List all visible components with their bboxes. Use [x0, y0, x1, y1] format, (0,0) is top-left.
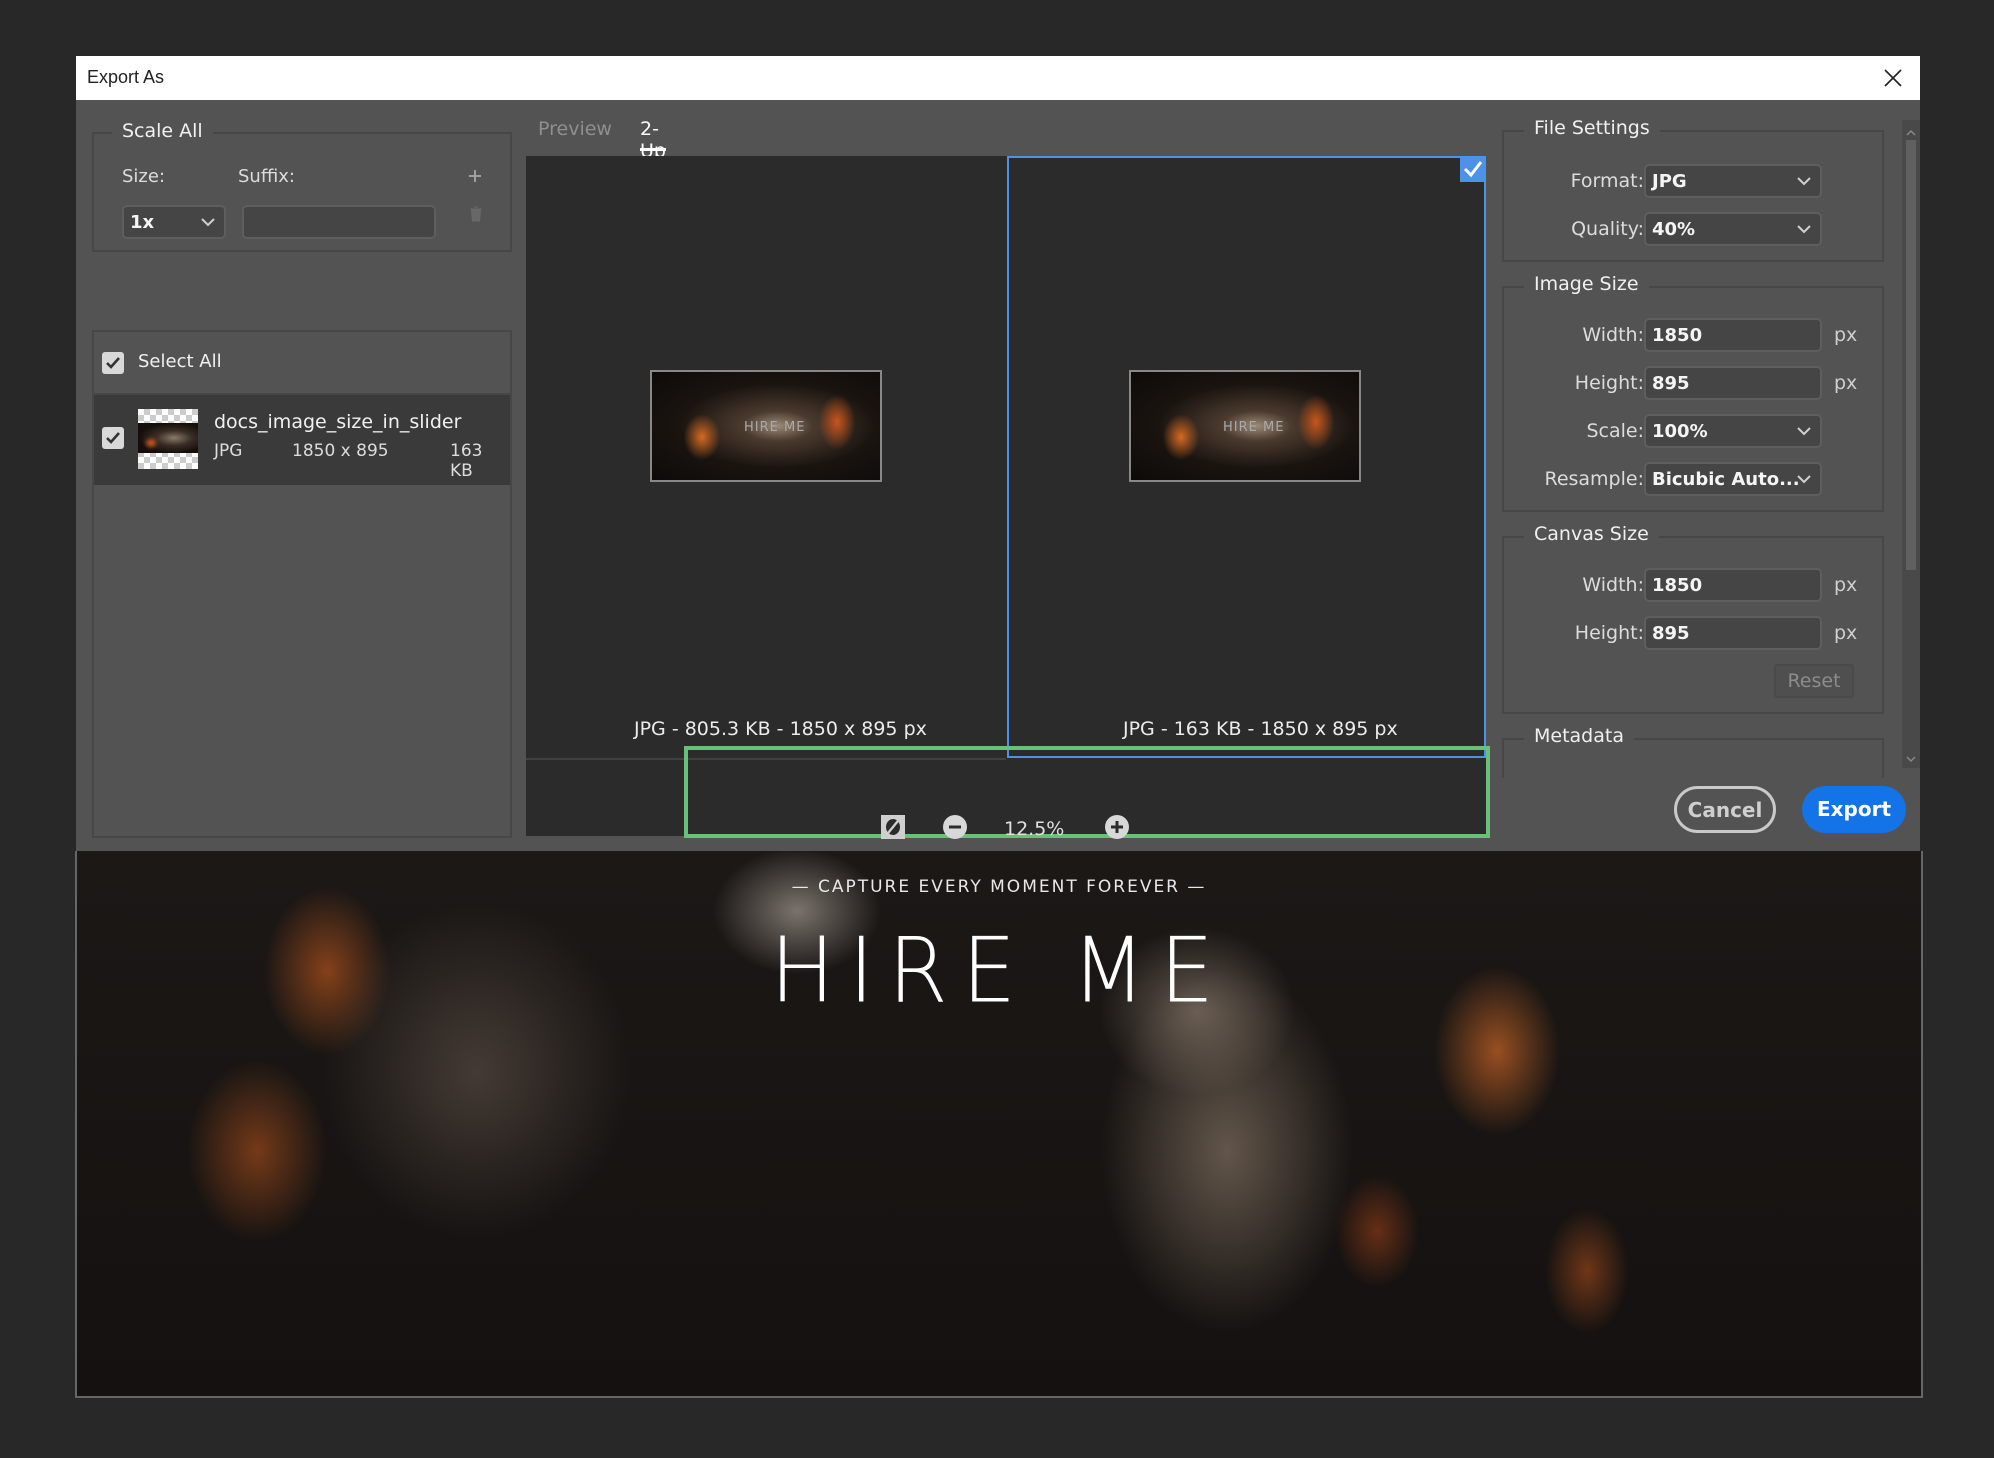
optimized-preview-pane[interactable]: HIRE ME JPG - 163 KB - 1850 x 895 px [1007, 156, 1486, 758]
canvas-size-legend: Canvas Size [1524, 523, 1659, 545]
export-button[interactable]: Export [1802, 786, 1906, 833]
optimized-thumbnail: HIRE ME [1129, 370, 1361, 482]
select-all-row: Select All [92, 330, 512, 393]
image-width-input[interactable]: 1850 [1644, 318, 1822, 352]
resample-select[interactable]: Bicubic Auto... [1644, 462, 1822, 496]
canvas-height-value: 895 [1652, 623, 1690, 644]
file-list-item[interactable]: docs_image_size_in_slider JPG 1850 x 895… [94, 395, 510, 485]
canvas-width-label: Width: [1582, 574, 1644, 596]
suffix-label: Suffix: [238, 166, 295, 187]
cancel-button[interactable]: Cancel [1674, 786, 1776, 833]
image-width-label: Width: [1582, 324, 1644, 346]
zoom-in-icon[interactable] [1104, 814, 1130, 840]
settings-scrollbar[interactable] [1902, 120, 1920, 768]
file-name: docs_image_size_in_slider [214, 411, 462, 433]
canvas-height-unit: px [1834, 622, 1858, 644]
file-thumbnail [138, 409, 198, 469]
metadata-legend: Metadata [1524, 725, 1634, 747]
plus-icon[interactable] [468, 168, 482, 187]
reset-button[interactable]: Reset [1774, 664, 1854, 698]
chevron-down-icon[interactable] [1905, 750, 1917, 762]
size-select-value: 1x [130, 212, 155, 233]
document-banner-image: — CAPTURE EVERY MOMENT FOREVER — HIRE ME [75, 851, 1923, 1398]
metadata-group: Metadata [1502, 725, 1884, 778]
title-bar: Export As [76, 56, 1920, 100]
image-height-label: Height: [1574, 372, 1644, 394]
format-select-value: JPG [1652, 171, 1687, 192]
image-height-unit: px [1834, 372, 1858, 394]
close-icon[interactable] [1880, 65, 1906, 91]
left-panel: Scale All Size: Suffix: 1x Select All do… [92, 112, 512, 838]
checkmark-icon [1460, 156, 1486, 182]
quality-label: Quality: [1571, 218, 1644, 240]
file-dimensions: 1850 x 895 [292, 441, 389, 461]
quality-select-value: 40% [1652, 219, 1696, 240]
quality-select[interactable]: 40% [1644, 212, 1822, 246]
image-size-group: Image Size Width: 1850 px Height: 895 px… [1502, 273, 1884, 512]
image-size-legend: Image Size [1524, 273, 1649, 295]
original-thumbnail: HIRE ME [650, 370, 882, 482]
scrollbar-thumb[interactable] [1906, 140, 1916, 570]
preview-area: HIRE ME JPG - 805.3 KB - 1850 x 895 px H… [526, 156, 1486, 836]
canvas-width-input[interactable]: 1850 [1644, 568, 1822, 602]
file-format: JPG [214, 441, 243, 461]
resample-label: Resample: [1544, 468, 1644, 490]
chevron-down-icon [200, 214, 216, 230]
scale-select-value: 100% [1652, 421, 1708, 442]
thumbnail-text: HIRE ME [744, 420, 806, 435]
image-height-value: 895 [1652, 373, 1690, 394]
canvas-width-value: 1850 [1652, 575, 1703, 596]
select-all-label: Select All [138, 351, 222, 372]
size-label: Size: [122, 166, 166, 187]
canvas-height-input[interactable]: 895 [1644, 616, 1822, 650]
scale-all-group: Scale All Size: Suffix: 1x [92, 120, 512, 252]
canvas-width-unit: px [1834, 574, 1858, 596]
transparency-toggle-icon[interactable] [880, 814, 906, 840]
thumbnail-text: HIRE ME [1223, 420, 1285, 435]
suffix-input[interactable] [242, 205, 436, 239]
file-list: docs_image_size_in_slider JPG 1850 x 895… [92, 393, 512, 838]
chevron-down-icon [1796, 471, 1812, 487]
export-as-dialog: Export As Scale All Size: Suffix: 1x Sel… [76, 56, 1920, 851]
canvas-size-group: Canvas Size Width: 1850 px Height: 895 p… [1502, 523, 1884, 714]
file-checkbox[interactable] [102, 427, 124, 449]
highlight-annotation-box [684, 746, 1490, 838]
file-size: 163 KB [450, 441, 483, 481]
zoom-out-icon[interactable] [942, 814, 968, 840]
select-all-checkbox[interactable] [102, 352, 124, 374]
size-select[interactable]: 1x [122, 205, 226, 239]
dialog-title: Export As [87, 67, 165, 87]
chevron-down-icon [1796, 221, 1812, 237]
image-height-input[interactable]: 895 [1644, 366, 1822, 400]
canvas-height-label: Height: [1574, 622, 1644, 644]
file-settings-group: File Settings Format: JPG Quality: 40% [1502, 117, 1884, 262]
scale-select[interactable]: 100% [1644, 414, 1822, 448]
trash-icon[interactable] [469, 206, 483, 226]
image-width-unit: px [1834, 324, 1858, 346]
chevron-down-icon [1796, 423, 1812, 439]
file-settings-legend: File Settings [1524, 117, 1660, 139]
banner-headline: HIRE ME [770, 918, 1228, 1024]
image-width-value: 1850 [1652, 325, 1703, 346]
tab-preview[interactable]: Preview [538, 118, 612, 140]
scale-all-legend: Scale All [112, 120, 213, 142]
resample-select-value: Bicubic Auto... [1652, 469, 1800, 490]
format-label: Format: [1570, 170, 1644, 192]
original-caption: JPG - 805.3 KB - 1850 x 895 px [634, 718, 927, 740]
chevron-up-icon[interactable] [1905, 124, 1917, 136]
banner-tagline: — CAPTURE EVERY MOMENT FOREVER — [791, 877, 1207, 897]
scale-label: Scale: [1586, 420, 1644, 442]
format-select[interactable]: JPG [1644, 164, 1822, 198]
chevron-down-icon [1796, 173, 1812, 189]
right-panel: File Settings Format: JPG Quality: 40% I… [1502, 112, 1902, 812]
original-preview-pane[interactable]: HIRE ME JPG - 805.3 KB - 1850 x 895 px [526, 156, 1006, 758]
zoom-level: 12.5% [1004, 818, 1065, 840]
optimized-caption: JPG - 163 KB - 1850 x 895 px [1123, 718, 1398, 740]
